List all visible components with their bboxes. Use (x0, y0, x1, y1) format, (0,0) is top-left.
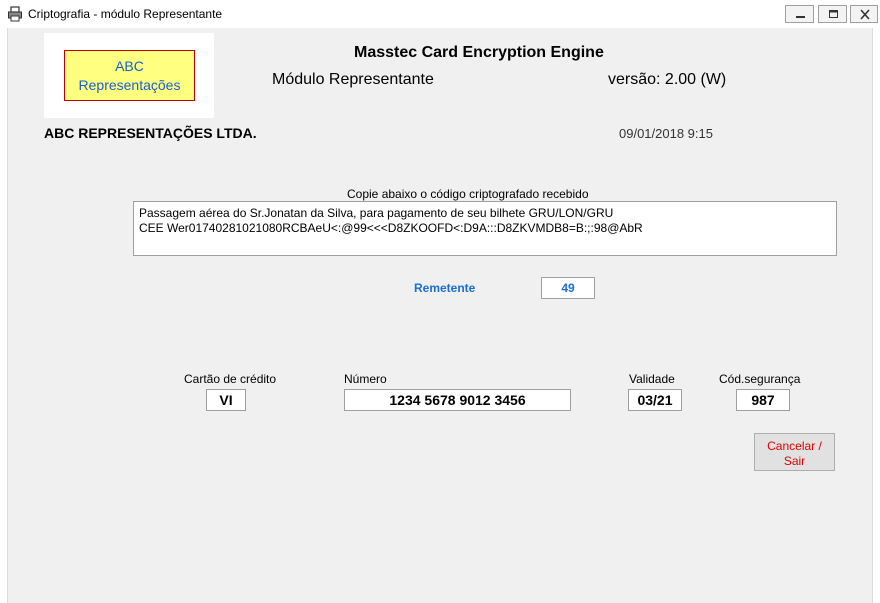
title-bar: Criptografia - módulo Representante (0, 0, 880, 28)
company-logo: ABC Representações (64, 50, 195, 101)
minimize-button[interactable] (785, 5, 814, 23)
card-type-field[interactable]: VI (206, 389, 246, 411)
sender-field[interactable]: 49 (541, 277, 595, 299)
logo-line-1: ABC (115, 58, 144, 74)
cancel-button-line-1: Cancelar / (767, 438, 822, 453)
encrypted-code-textarea[interactable]: Passagem aérea do Sr.Jonatan da Silva, p… (133, 201, 837, 256)
cancel-exit-button[interactable]: Cancelar / Sair (754, 433, 835, 471)
encrypted-line-2: CEE Wer01740281021080RCBAeU<:@99<<<D8ZKO… (139, 221, 643, 235)
encrypted-line-1: Passagem aérea do Sr.Jonatan da Silva, p… (139, 206, 614, 220)
printer-lock-icon (7, 6, 23, 22)
card-number-field[interactable]: 1234 5678 9012 3456 (344, 389, 571, 411)
logo-line-2: Representações (78, 77, 181, 93)
logo-area: ABC Representações (44, 33, 214, 118)
main-panel: ABC Representações Masstec Card Encrypti… (7, 28, 873, 603)
encrypted-code-label: Copie abaixo o código criptografado rece… (347, 187, 589, 201)
sender-label: Remetente (414, 281, 476, 295)
cancel-button-line-2: Sair (783, 453, 806, 468)
close-button[interactable] (850, 5, 878, 23)
module-name: Módulo Representante (272, 71, 434, 88)
security-code-label: Cód.segurança (719, 372, 801, 386)
window-title: Criptografia - módulo Representante (28, 7, 223, 21)
validity-label: Validade (629, 372, 675, 386)
security-code-field[interactable]: 987 (736, 389, 790, 411)
company-name: ABC REPRESENTAÇÕES LTDA. (44, 125, 257, 141)
card-type-label: Cartão de crédito (184, 372, 277, 386)
maximize-button[interactable] (818, 5, 847, 23)
version-label: versão: 2.00 (W) (608, 71, 727, 88)
validity-field[interactable]: 03/21 (628, 389, 682, 411)
app-title: Masstec Card Encryption Engine (354, 44, 604, 61)
card-number-label: Número (344, 372, 387, 386)
date-time: 09/01/2018 9:15 (619, 126, 713, 141)
